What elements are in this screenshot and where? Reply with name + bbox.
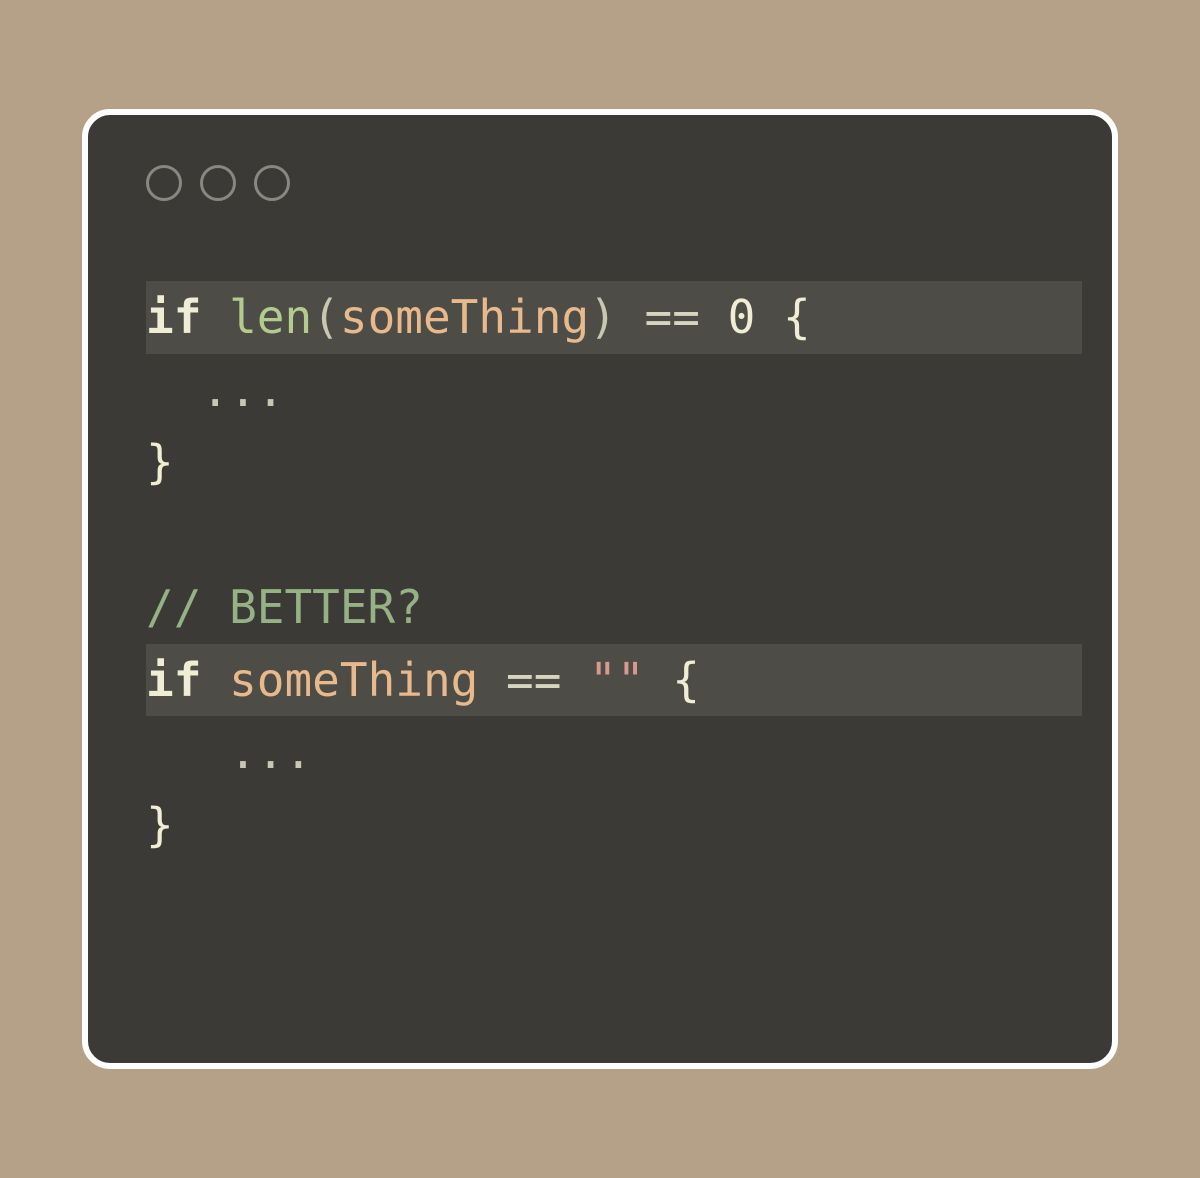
operator-eq: == [645,290,700,344]
identifier: someThing [340,290,589,344]
keyword-if: if [146,653,201,707]
brace-open: { [783,290,811,344]
identifier: someThing [229,653,478,707]
traffic-light-close-icon[interactable] [146,165,182,201]
function-len: len [229,290,312,344]
code-window: if len(someThing) == 0 { ... } // BETTER… [82,109,1118,1069]
brace-close: } [146,435,174,489]
paren-close: ) [589,290,617,344]
operator-eq: == [506,653,561,707]
code-block: if len(someThing) == 0 { ... } // BETTER… [88,281,1112,862]
code-line: if len(someThing) == 0 { [146,281,1082,354]
brace-open: { [672,653,700,707]
code-line: // BETTER? [146,571,1112,644]
number-zero: 0 [728,290,756,344]
window-controls [88,165,1112,201]
comment: // BETTER? [146,580,423,634]
string-literal: "" [589,653,644,707]
keyword-if: if [146,290,201,344]
code-line: ... [146,716,1112,789]
paren-open: ( [312,290,340,344]
brace-close: } [146,798,174,852]
traffic-light-zoom-icon[interactable] [254,165,290,201]
traffic-light-minimize-icon[interactable] [200,165,236,201]
code-line: if someThing == "" { [146,644,1082,717]
code-line: ... [146,354,1112,427]
code-line: } [146,789,1112,862]
ellipsis: ... [146,725,312,779]
code-line: } [146,426,1112,499]
blank-line [146,499,1112,571]
ellipsis: ... [146,363,284,417]
